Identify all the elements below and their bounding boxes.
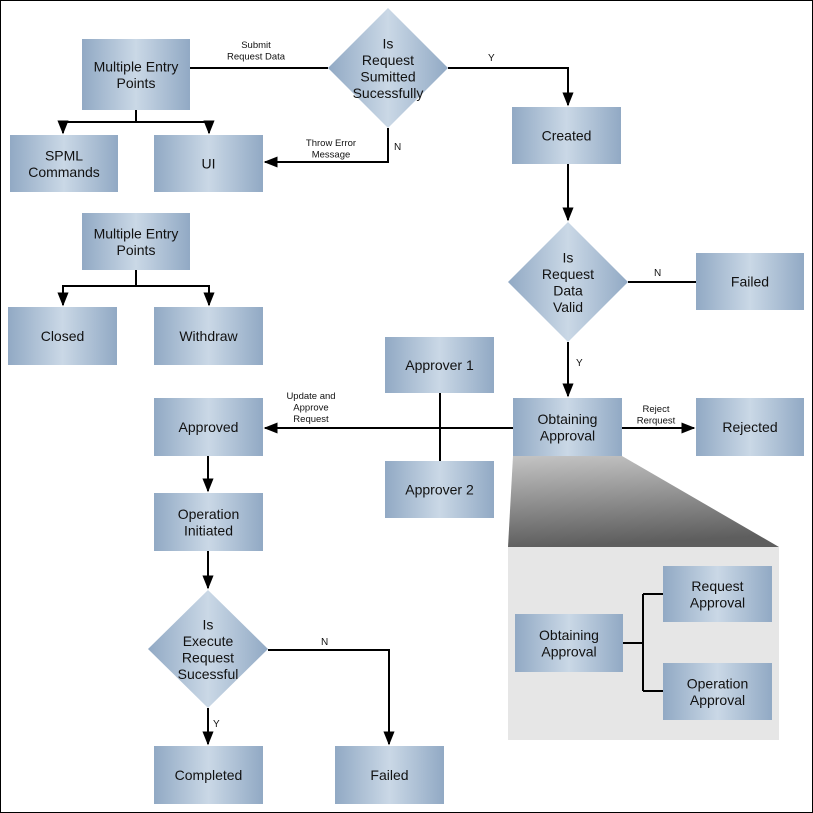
node-label-line: Is [563,249,574,265]
node-label: Created [542,128,592,144]
branch-label-n2: N [654,268,661,279]
node-label: Approver 2 [405,482,474,498]
node-label-line: Sucessfully [353,85,424,101]
node-label-line: Operation [687,675,748,691]
node-spml: SPML Commands [10,135,118,192]
node-label-line: Operation [178,506,239,522]
node-label-line: Created [542,128,592,144]
node-label-line: Request [542,266,594,282]
node-label-line: Is [203,616,214,632]
node-label: Approved [179,419,239,435]
node-label: Obtaining Approval [538,411,598,444]
node-approver1: Approver 1 [385,337,494,393]
node-label-line: SPML [45,147,83,163]
node-label-line: Initiated [184,522,233,538]
node-label-line: Execute [183,633,234,649]
node-label-line: Data [553,282,583,298]
node-label-line: Obtaining [539,627,599,643]
node-approved: Approved [154,398,263,456]
node-label-line: Approval [540,427,595,443]
node-label: UI [202,156,216,172]
node-label-line: Sucessful [178,666,239,682]
node-label: Approver 1 [405,357,474,373]
node-label-line: Points [117,75,156,91]
node-label: Operation Initiated [178,506,239,539]
node-label: Failed [731,274,769,290]
node-label-line: Multiple Entry [94,58,179,74]
branch-label-y2: Y [576,358,583,369]
branch-label-n1: N [394,142,401,153]
node-label-line: Is [383,35,394,51]
node-closed: Closed [8,307,117,365]
node-op-initiated: Operation Initiated [154,493,263,551]
node-label-line: Obtaining [538,411,598,427]
node-label: Request Approval [690,578,745,611]
node-label: Operation Approval [687,675,748,708]
node-obtaining-detail: Obtaining Approval [515,614,623,672]
node-label: Closed [41,328,85,344]
node-mep1: Multiple Entry Points [82,39,190,110]
branch-label-y3: Y [213,719,220,730]
node-completed: Completed [154,746,263,804]
node-label: Rejected [722,419,777,435]
node-rejected: Rejected [696,398,804,456]
node-failed2: Failed [335,746,444,804]
node-label-line: Request [182,649,234,665]
node-created: Created [512,107,621,164]
node-label-line: Points [117,242,156,258]
node-label: Obtaining Approval [539,627,599,660]
node-label-line: Approver 1 [405,357,474,373]
node-label-line: Request [362,52,414,68]
node-label-line: Approved [179,419,239,435]
node-label-line: UI [202,156,216,172]
node-label-line: Approval [690,692,745,708]
flowchart-canvas: Multiple Entry PointsSPML CommandsUIIs Requ… [0,0,813,813]
node-label-line: Rejected [722,419,777,435]
edge-label-update-approve: Update and Approve Request [286,391,335,425]
node-label-line: Commands [28,164,100,180]
node-request-approval: Request Approval [663,566,772,622]
node-label-line: Failed [370,767,408,783]
node-withdraw: Withdraw [154,307,263,365]
node-label-line: Sumitted [360,68,415,84]
branch-label-n3: N [321,637,328,648]
node-label: Withdraw [179,328,238,344]
node-operation-approval: Operation Approval [663,663,772,720]
branch-label-y1: Y [488,53,495,64]
node-label: Failed [370,767,408,783]
node-mep2: Multiple Entry Points [82,213,190,270]
node-label-line: Failed [731,274,769,290]
edge-label-throw-error: Throw Error Message [306,138,356,161]
node-label-line: Closed [41,328,85,344]
approval-flowchart: Multiple Entry Points SPML Commands UI Is Requ… [0,0,813,813]
node-label: Completed [175,767,243,783]
node-label-line: Multiple Entry [94,225,179,241]
node-label-line: Approver 2 [405,482,474,498]
node-label-line: Approval [541,643,596,659]
node-label-line: Request [691,578,743,594]
node-label-line: Approval [690,594,745,610]
node-ui: UI [154,135,263,192]
node-label-line: Valid [553,299,583,315]
node-label-line: Withdraw [179,328,238,344]
node-failed1: Failed [696,253,804,310]
node-label-line: Completed [175,767,243,783]
node-obtaining: Obtaining Approval [513,398,622,456]
node-approver2: Approver 2 [385,461,494,518]
